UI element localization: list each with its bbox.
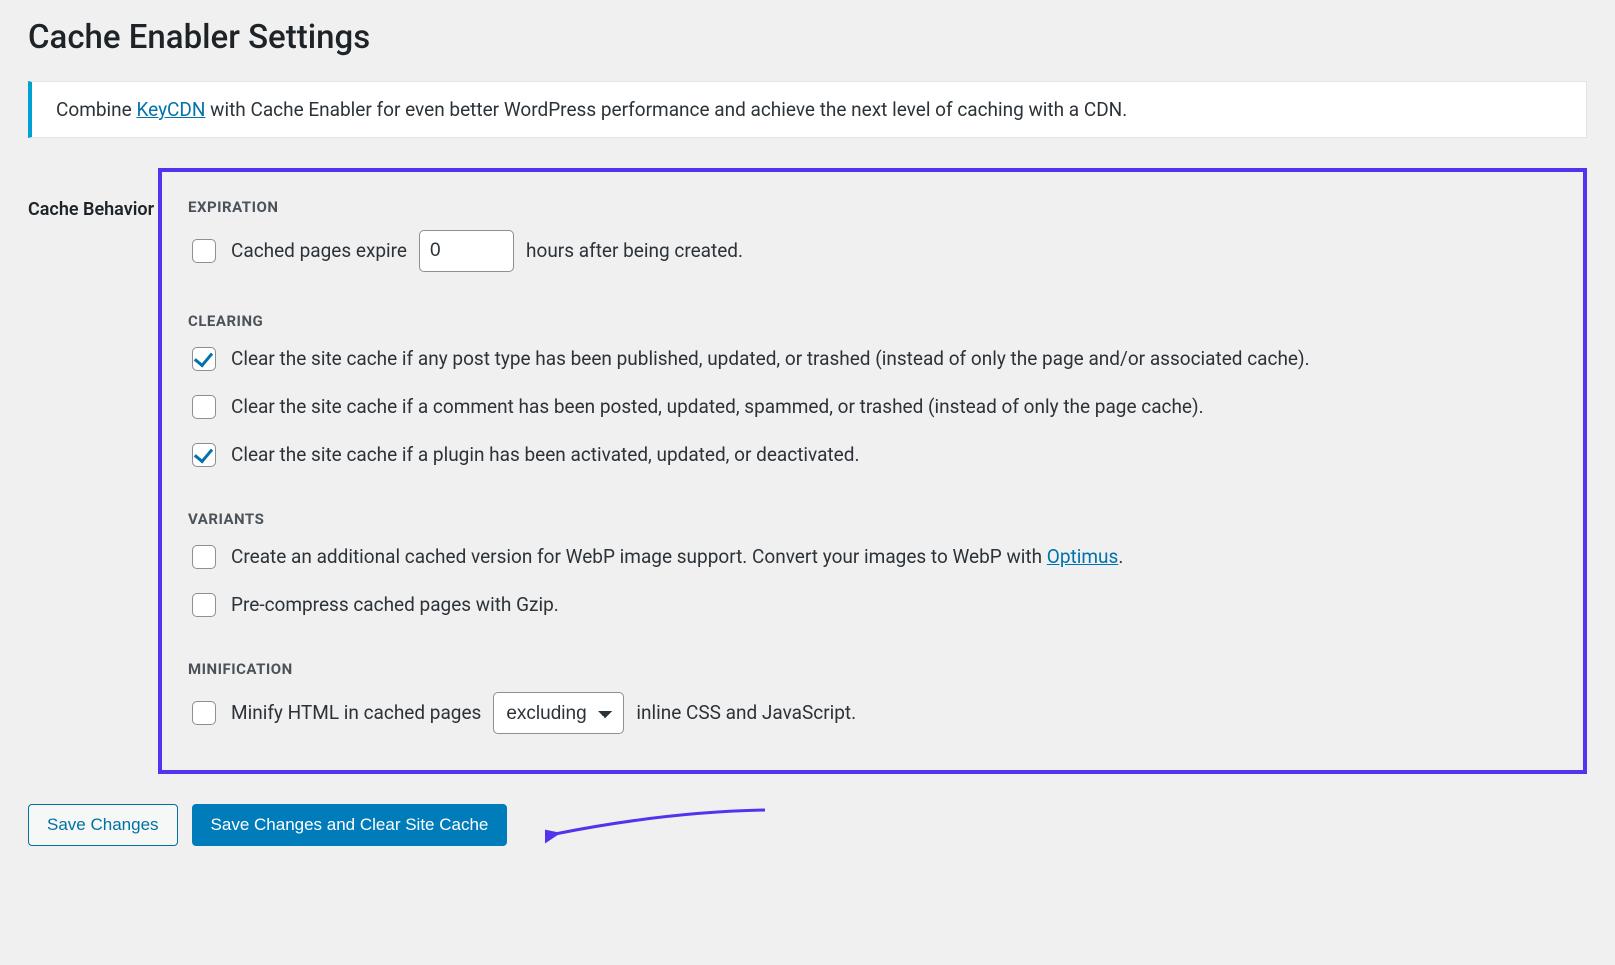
expiration-heading: EXPIRATION [188, 198, 1557, 216]
variants-webp-label: Create an additional cached version for … [231, 544, 1123, 571]
expiration-checkbox[interactable] [192, 239, 216, 263]
clearing-comment-label: Clear the site cache if a comment has be… [231, 394, 1204, 421]
minification-label-after: inline CSS and JavaScript. [636, 700, 856, 727]
expiration-option: Cached pages expire hours after being cr… [188, 230, 1557, 272]
keycdn-link[interactable]: KeyCDN [136, 98, 205, 121]
clearing-comment-checkbox[interactable] [192, 395, 216, 419]
cache-behavior-row: Cache Behavior EXPIRATION Cached pages e… [28, 168, 1587, 774]
variants-webp-checkbox[interactable] [192, 545, 216, 569]
clearing-post-checkbox[interactable] [192, 347, 216, 371]
notice-text-after: with Cache Enabler for even better WordP… [205, 98, 1127, 121]
expiration-hours-input[interactable] [419, 230, 514, 272]
notice-text-before: Combine [56, 98, 136, 121]
variants-gzip-label: Pre-compress cached pages with Gzip. [231, 592, 559, 619]
minification-select[interactable]: excluding [493, 692, 624, 734]
minification-label-before: Minify HTML in cached pages [231, 700, 481, 727]
expiration-label-after: hours after being created. [526, 238, 743, 265]
clearing-heading: CLEARING [188, 312, 1557, 330]
variants-gzip-checkbox[interactable] [192, 593, 216, 617]
clearing-plugin-label: Clear the site cache if a plugin has bee… [231, 442, 859, 469]
save-and-clear-button[interactable]: Save Changes and Clear Site Cache [192, 804, 508, 846]
variants-webp-option: Create an additional cached version for … [188, 542, 1557, 572]
clearing-plugin-checkbox[interactable] [192, 443, 216, 467]
clearing-option-plugin: Clear the site cache if a plugin has bee… [188, 440, 1557, 470]
buttons-row: Save Changes Save Changes and Clear Site… [28, 804, 1587, 846]
expiration-label-before: Cached pages expire [231, 238, 407, 265]
cache-behavior-panel: EXPIRATION Cached pages expire hours aft… [158, 168, 1587, 774]
section-label: Cache Behavior [28, 168, 158, 222]
clearing-post-label: Clear the site cache if any post type ha… [231, 346, 1310, 373]
settings-page: Cache Enabler Settings Combine KeyCDN wi… [0, 0, 1615, 886]
clearing-option-post: Clear the site cache if any post type ha… [188, 344, 1557, 374]
save-button[interactable]: Save Changes [28, 804, 178, 846]
promo-notice: Combine KeyCDN with Cache Enabler for ev… [28, 81, 1587, 138]
minification-option: Minify HTML in cached pages excluding in… [188, 692, 1557, 734]
variants-gzip-option: Pre-compress cached pages with Gzip. [188, 590, 1557, 620]
clearing-option-comment: Clear the site cache if a comment has be… [188, 392, 1557, 422]
optimus-link[interactable]: Optimus [1047, 545, 1119, 568]
minification-heading: MINIFICATION [188, 660, 1557, 678]
minification-checkbox[interactable] [192, 701, 216, 725]
annotation-arrow [545, 824, 765, 826]
page-title: Cache Enabler Settings [28, 18, 1587, 57]
variants-heading: VARIANTS [188, 510, 1557, 528]
